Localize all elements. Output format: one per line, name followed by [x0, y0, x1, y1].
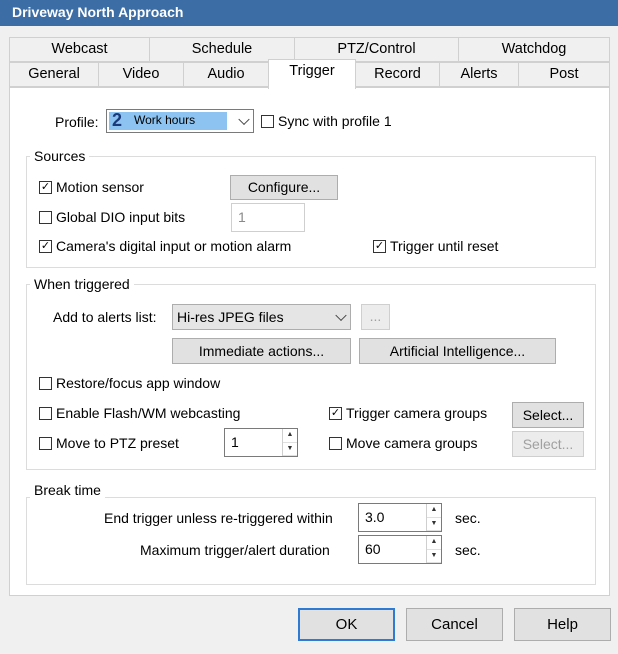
sources-title: Sources	[30, 148, 90, 164]
spin-buttons[interactable]: ▲ ▼	[426, 536, 441, 563]
profile-label: Profile:	[55, 114, 99, 130]
profile-number: 2	[112, 110, 123, 130]
select-move-groups-button[interactable]: Select...	[512, 431, 584, 457]
sync-profile-checkbox[interactable]	[261, 115, 274, 128]
tab-general[interactable]: General	[9, 62, 99, 87]
title-bar: Driveway North Approach	[0, 0, 618, 26]
end-trigger-label: End trigger unless re-triggered within	[104, 510, 333, 526]
motion-sensor-label: Motion sensor	[56, 179, 144, 195]
select-groups-button[interactable]: Select...	[512, 402, 584, 428]
flash-webcast-label: Enable Flash/WM webcasting	[56, 405, 241, 421]
spin-buttons[interactable]: ▲ ▼	[282, 429, 297, 456]
ptz-preset-value: 1	[231, 434, 239, 450]
alerts-list-value: Hi-res JPEG files	[177, 309, 284, 325]
spin-up-icon[interactable]: ▲	[427, 536, 441, 550]
window-title: Driveway North Approach	[12, 4, 184, 20]
spin-up-icon[interactable]: ▲	[427, 504, 441, 518]
restore-focus-checkbox[interactable]	[39, 377, 52, 390]
profile-select[interactable]: 2 Work hours	[106, 109, 254, 133]
tab-watchdog[interactable]: Watchdog	[458, 37, 610, 62]
end-trigger-value: 3.0	[365, 509, 385, 525]
tab-audio[interactable]: Audio	[183, 62, 269, 87]
max-duration-label: Maximum trigger/alert duration	[140, 542, 330, 558]
spin-down-icon[interactable]: ▼	[283, 443, 297, 456]
profile-value: Work hours	[134, 113, 196, 127]
spin-down-icon[interactable]: ▼	[427, 550, 441, 563]
tab-webcast[interactable]: Webcast	[9, 37, 150, 62]
ptz-preset-checkbox[interactable]	[39, 437, 52, 450]
when-triggered-title: When triggered	[30, 276, 134, 292]
trigger-groups-checkbox[interactable]: ✓	[329, 407, 342, 420]
alerts-list-select[interactable]: Hi-res JPEG files	[172, 304, 351, 330]
immediate-actions-button[interactable]: Immediate actions...	[172, 338, 351, 364]
trigger-groups-label: Trigger camera groups	[346, 405, 488, 421]
ok-button[interactable]: OK	[298, 608, 395, 641]
trigger-panel: Profile: 2 Work hours Sync with profile …	[9, 87, 610, 596]
tab-trigger[interactable]: Trigger	[268, 59, 356, 89]
camera-digital-label: Camera's digital input or motion alarm	[56, 238, 292, 254]
ptz-preset-spinner[interactable]: 1 ▲ ▼	[224, 428, 298, 457]
alerts-list-label: Add to alerts list:	[53, 309, 157, 325]
end-trigger-spinner[interactable]: 3.0 ▲ ▼	[358, 503, 442, 532]
move-groups-label: Move camera groups	[346, 435, 478, 451]
spin-up-icon[interactable]: ▲	[283, 429, 297, 443]
trigger-until-reset-label: Trigger until reset	[390, 238, 499, 254]
sync-profile-label: Sync with profile 1	[278, 113, 392, 129]
configure-button[interactable]: Configure...	[230, 175, 338, 200]
cancel-button[interactable]: Cancel	[406, 608, 503, 641]
artificial-intelligence-button[interactable]: Artificial Intelligence...	[359, 338, 556, 364]
tab-alerts[interactable]: Alerts	[439, 62, 519, 87]
global-dio-checkbox[interactable]	[39, 211, 52, 224]
max-duration-unit: sec.	[455, 542, 481, 558]
motion-sensor-checkbox[interactable]: ✓	[39, 181, 52, 194]
global-dio-label: Global DIO input bits	[56, 209, 186, 225]
camera-digital-checkbox[interactable]: ✓	[39, 240, 52, 253]
tab-record[interactable]: Record	[355, 62, 440, 87]
max-duration-spinner[interactable]: 60 ▲ ▼	[358, 535, 442, 564]
restore-focus-label: Restore/focus app window	[56, 375, 221, 391]
chevron-down-icon	[238, 113, 250, 126]
tab-post[interactable]: Post	[518, 62, 610, 87]
tab-video[interactable]: Video	[98, 62, 184, 87]
max-duration-value: 60	[365, 541, 381, 557]
help-button[interactable]: Help	[514, 608, 611, 641]
chevron-down-icon	[335, 309, 347, 322]
end-trigger-unit: sec.	[455, 510, 481, 526]
trigger-until-reset-checkbox[interactable]: ✓	[373, 240, 386, 253]
spin-down-icon[interactable]: ▼	[427, 518, 441, 531]
dio-bits-field[interactable]: 1	[231, 203, 305, 232]
ptz-preset-label: Move to PTZ preset	[56, 435, 179, 451]
spin-buttons[interactable]: ▲ ▼	[426, 504, 441, 531]
flash-webcast-checkbox[interactable]	[39, 407, 52, 420]
break-time-title: Break time	[30, 482, 105, 498]
move-groups-checkbox[interactable]	[329, 437, 342, 450]
alerts-ellipsis-button[interactable]: ...	[361, 304, 390, 330]
